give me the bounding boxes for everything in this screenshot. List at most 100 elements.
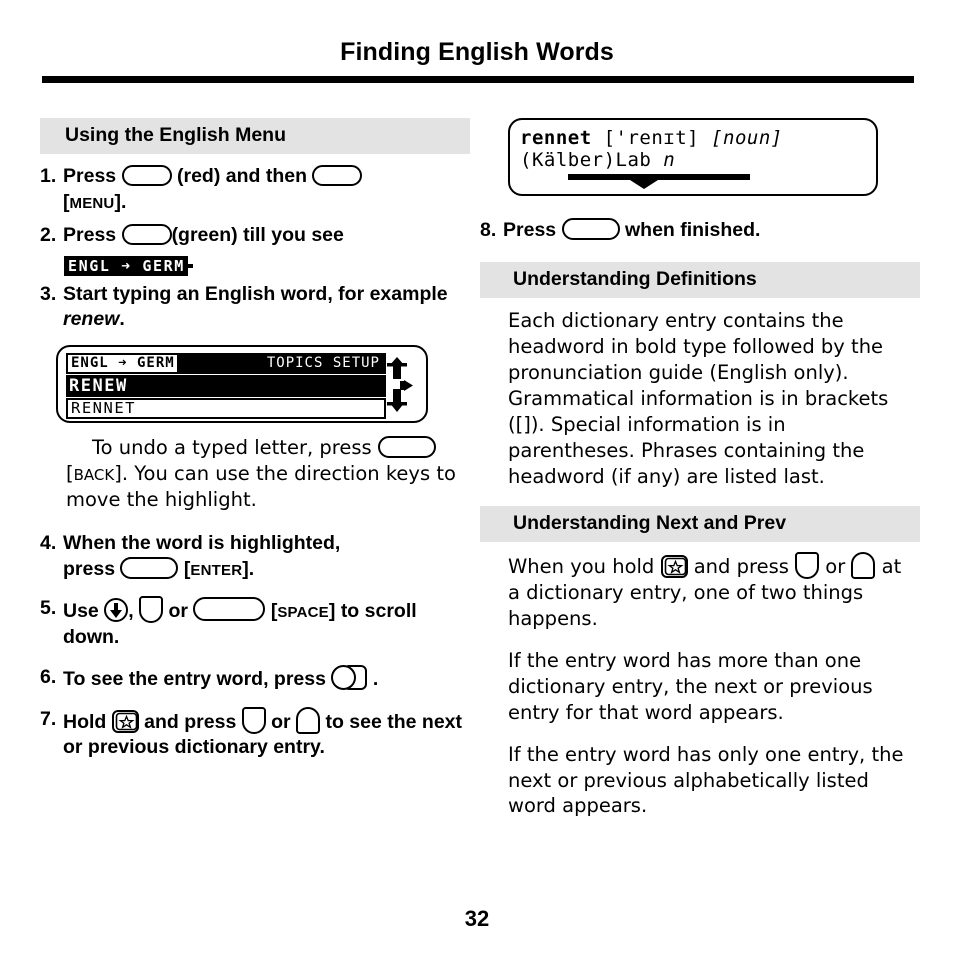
star-key-icon[interactable] [111, 709, 139, 733]
step-4-number: 4. [40, 531, 57, 554]
step-7-sep2: or [271, 710, 291, 733]
next-prev-text-mid: and press [693, 555, 789, 579]
next-key-icon[interactable] [795, 552, 820, 580]
right-column: rennet ['renɪt] [noun] (Kälber)Lab n 8. … [480, 118, 920, 835]
lcd-definition-screen: rennet ['renɪt] [noun] (Kälber)Lab n [508, 118, 878, 196]
page-number: 32 [464, 906, 490, 931]
step-1: 1. Press (red) and then [MENU]. [40, 164, 470, 215]
step-5-sep2: or [168, 600, 188, 623]
section-heading-understanding-definitions: Understanding Definitions [480, 261, 920, 299]
step-2-body: Press (green) till you see [63, 223, 470, 249]
lcd-definition-line-2: (Kälber)Lab n [520, 149, 866, 171]
red-key-pill-icon[interactable] [121, 165, 172, 187]
undo-note-bracket-label: [BACK] [66, 462, 122, 486]
lcd-definition-line-1: rennet ['renɪt] [noun] [520, 127, 866, 149]
next-prev-or: or [825, 555, 846, 579]
enter-card-icon[interactable] [331, 664, 368, 690]
finish-key-pill-icon[interactable] [561, 218, 620, 240]
page-title: Finding English Words [340, 38, 614, 66]
step-8-body: Press when finished. [503, 218, 920, 244]
lcd-headword: rennet [520, 127, 592, 149]
header-divider [42, 76, 914, 83]
star-key-icon[interactable] [660, 555, 688, 579]
step-1-number: 1. [40, 165, 57, 188]
step-5-body: Use , or [SPACE] to scroll down. [63, 596, 470, 650]
step-6-number: 6. [40, 665, 57, 688]
menu-badge-wrapper: ENGL ➜ GERM [64, 255, 470, 276]
step-2-text-before: Press [63, 223, 117, 246]
menu-key-pill-icon[interactable] [312, 165, 363, 187]
lcd-highlighted-word[interactable]: RENEW [66, 375, 386, 398]
scroll-marker-icon [568, 174, 750, 189]
undo-note-text-before: To undo a typed letter, press [92, 436, 372, 460]
back-key-pill-icon[interactable] [377, 436, 436, 459]
step-6-body: To see the entry word, press . [63, 664, 470, 693]
step-3: 3. Start typing an English word, for exa… [40, 282, 470, 333]
step-4-body: When the word is highlighted, press [ENT… [63, 531, 470, 582]
next-prev-paragraph-1: If the entry word has more than one dict… [508, 648, 873, 724]
lcd-pronunciation: ['renɪt] [603, 127, 700, 149]
next-key-icon[interactable] [139, 596, 164, 624]
badge-tick-icon [187, 263, 193, 268]
step-5: 5. Use , or [SPACE] to scroll down. [40, 596, 470, 650]
step-5-text-before: Use [63, 600, 99, 623]
step-2-number: 2. [40, 223, 57, 246]
step-7-sep1: and press [144, 710, 237, 733]
next-prev-paragraph-2: If the entry word has only one entry, th… [508, 742, 904, 818]
step-3-italic-word: renew [63, 308, 120, 331]
green-key-pill-icon[interactable] [121, 223, 172, 245]
next-prev-intro-paragraph: When you hold and press or at a dictiona… [508, 552, 906, 632]
step-7-body: Hold and press or to see the next or pre… [63, 706, 470, 761]
step-2-text-after: (green) till you see [171, 223, 344, 246]
lcd-tab-bar: ENGL ➜ GERM TOPICS SETUP [66, 353, 386, 375]
arrow-down-circle-icon[interactable] [104, 598, 129, 623]
understanding-definitions-paragraph: Each dictionary entry contains the headw… [508, 309, 889, 488]
step-8: 8. Press when finished. [480, 218, 920, 244]
step-1-body: Press (red) and then [MENU]. [63, 164, 470, 215]
step-3-text-end: . [119, 308, 125, 331]
engl-germ-badge: ENGL ➜ GERM [64, 255, 188, 276]
step-8-text-after: when finished. [624, 219, 761, 241]
prev-key-icon[interactable] [851, 552, 876, 580]
lcd-list-word[interactable]: RENNET [66, 398, 386, 420]
left-column: Using the English Menu 1. Press (red) an… [40, 118, 470, 768]
section-heading-understanding-next-prev: Understanding Next and Prev [480, 505, 920, 543]
lcd-tab-engl-germ[interactable]: ENGL ➜ GERM [68, 355, 177, 373]
step-4-text-before: press [63, 557, 116, 580]
up-down-scroll-icon [387, 355, 417, 417]
step-8-number: 8. [480, 219, 497, 241]
space-key-pill-icon[interactable] [193, 597, 266, 622]
step-1-text-before: Press [63, 165, 117, 188]
step-3-body: Start typing an English word, for exampl… [63, 282, 470, 333]
lcd-tabs-topics-setup[interactable]: TOPICS SETUP [176, 355, 384, 373]
step-4: 4. When the word is highlighted, press [… [40, 531, 470, 582]
next-key-icon[interactable] [241, 706, 266, 734]
step-7-text-before: Hold [63, 710, 107, 733]
step-6-text-after: . [372, 667, 379, 690]
step-5-number: 5. [40, 597, 57, 620]
step-5-bracket-label: [SPACE] [270, 600, 336, 623]
lcd-part-of-speech: [noun] [711, 127, 783, 149]
lcd-definition-gender: n [663, 149, 676, 171]
step-8-text-before: Press [503, 219, 557, 241]
lcd-definition-text: (Kälber)Lab [520, 149, 652, 171]
step-6-text-before: To see the entry word, press [63, 667, 326, 690]
step-6: 6. To see the entry word, press . [40, 664, 470, 693]
next-prev-text-before: When you hold [508, 555, 655, 579]
step-1-text-mid: (red) and then [176, 165, 307, 188]
section-heading-using-english-menu: Using the English Menu [40, 118, 470, 155]
lcd-word-list-screen: ENGL ➜ GERM TOPICS SETUP RENEW RENNET [56, 345, 428, 424]
step-3-number: 3. [40, 282, 57, 305]
step-3-text: Start typing an English word, for exampl… [63, 282, 448, 305]
undo-note-text-after: . You can use the direction keys to move… [66, 462, 456, 511]
step-1-bracket-label: [MENU]. [63, 191, 127, 214]
step-7: 7. Hold and press or to see the next or … [40, 706, 470, 761]
enter-key-pill-icon[interactable] [120, 556, 179, 579]
step-4-line1: When the word is highlighted, [63, 531, 341, 554]
prev-key-icon[interactable] [296, 706, 321, 734]
step-4-bracket-label: [ENTER]. [183, 557, 255, 580]
undo-note: To undo a typed letter, press [BACK]. Yo… [66, 435, 466, 513]
step-2: 2. Press (green) till you see [40, 223, 470, 249]
step-7-number: 7. [40, 707, 57, 730]
step-5-sep1: , [128, 600, 134, 623]
